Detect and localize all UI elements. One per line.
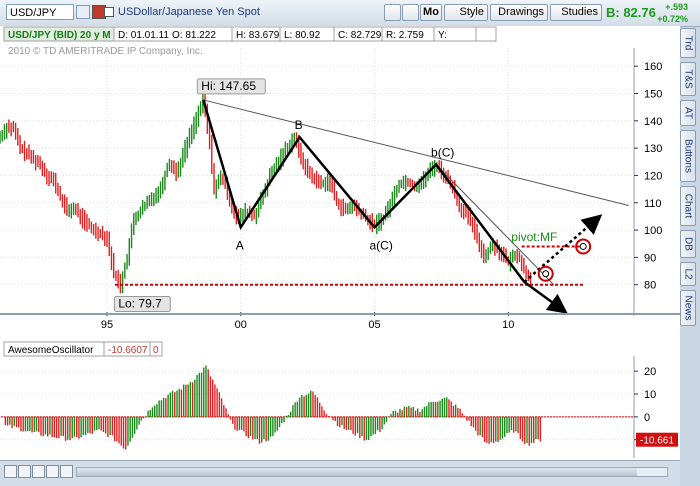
price-tick-label: 140 xyxy=(644,116,662,128)
info-range: R: 2.759 xyxy=(386,30,424,41)
mo-button[interactable]: Mo xyxy=(420,4,442,21)
time-tick-label: 00 xyxy=(235,319,247,331)
drawings-button[interactable]: Drawings xyxy=(490,4,548,21)
info-bar: USD/JPY (BID) 20 y M D: 01.01.11 O: 81.2… xyxy=(3,26,497,42)
price-tick-label: 130 xyxy=(644,143,662,155)
top-toolbar: USD/JPY USDollar/Japanese Yen Spot Mo St… xyxy=(0,0,700,27)
price-tick-label: 90 xyxy=(644,252,656,264)
price-tick-label: 80 xyxy=(644,280,656,292)
change-percent: +0.72% xyxy=(657,14,688,24)
scrollbar-thumb[interactable] xyxy=(77,468,637,476)
side-tab-l2[interactable]: L2 xyxy=(680,262,696,286)
side-tab-label: Trd xyxy=(682,35,694,51)
wave-label: A xyxy=(236,238,244,252)
price-tick-label: 120 xyxy=(644,170,662,182)
chart-title: USD/JPY (BID) 20 y M xyxy=(8,30,111,41)
zoom-fit-icon[interactable] xyxy=(32,465,45,478)
info-close: C: 82.729 xyxy=(338,30,382,41)
oscillator-value: -10.6607 xyxy=(108,345,148,356)
side-tab-label: AT xyxy=(682,106,694,120)
wave-label: a(C) xyxy=(370,238,393,252)
info-date: D: 01.01.11 xyxy=(118,30,169,41)
chart-area[interactable]: USD/JPY (BID) 20 y M D: 01.01.11 O: 81.2… xyxy=(0,26,680,460)
low-label: Lo: 79.7 xyxy=(118,297,162,311)
price-tick-label: 160 xyxy=(644,61,662,73)
settings-icon[interactable] xyxy=(104,7,114,17)
side-tab-at[interactable]: AT xyxy=(680,100,696,126)
side-tab-buttons[interactable]: Buttons xyxy=(680,130,696,182)
copyright-text: 2010 © TD AMERITRADE IP Company, Inc. xyxy=(8,46,203,57)
price-tick-label: 100 xyxy=(644,225,662,237)
time-tick-label: 95 xyxy=(101,319,113,331)
symbol-description: USDollar/Japanese Yen Spot xyxy=(118,6,260,18)
pivot-label: pivot:MF xyxy=(511,230,557,244)
side-tab-label: News xyxy=(682,295,694,321)
oscillator-extra: 0 xyxy=(153,345,159,356)
info-y: Y: xyxy=(438,30,447,41)
oscillator-title: AwesomeOscillator xyxy=(8,345,94,356)
oscillator-tick-label: 10 xyxy=(644,389,656,401)
side-tab-trd[interactable]: Trd xyxy=(680,28,696,58)
side-tab-chart[interactable]: Chart xyxy=(680,186,696,226)
oscillator-header: AwesomeOscillator -10.6607 0 xyxy=(3,341,163,357)
side-tab-db[interactable]: DB xyxy=(680,230,696,258)
draw-tool-icon[interactable] xyxy=(384,4,401,21)
wave-label: b(C) xyxy=(431,146,454,160)
magnifier-icon[interactable] xyxy=(46,465,59,478)
info-open: O: 81.222 xyxy=(172,30,216,41)
style-button[interactable]: Style xyxy=(444,4,488,21)
time-tick-label: 05 xyxy=(368,319,380,331)
side-tab-news[interactable]: News xyxy=(680,290,696,326)
info-low: L: 80.92 xyxy=(284,30,321,41)
side-tab-label: Buttons xyxy=(682,139,694,173)
oscillator-tick-label: 0 xyxy=(644,412,650,424)
zoom-out-icon[interactable] xyxy=(4,465,17,478)
pan-icon[interactable] xyxy=(60,465,73,478)
horizontal-scrollbar[interactable] xyxy=(76,467,668,477)
bid-price: B: 82.76 +.593 +0.72% xyxy=(606,2,692,24)
time-tick-label: 10 xyxy=(502,319,514,331)
studies-label: Studies xyxy=(561,6,598,18)
pencil-icon[interactable] xyxy=(402,4,419,21)
price-tick-label: 110 xyxy=(644,198,662,210)
oscillator-current-value: -10.661 xyxy=(640,436,674,447)
oscillator-tick-label: 20 xyxy=(644,366,656,378)
price-tick-label: 150 xyxy=(644,89,662,101)
symbol-input[interactable]: USD/JPY xyxy=(6,4,74,20)
studies-button[interactable]: Studies xyxy=(550,4,602,21)
bottom-bar xyxy=(0,460,680,486)
symbol-lookup-icon[interactable] xyxy=(76,5,90,19)
wave-label: B xyxy=(295,118,303,132)
change-absolute: +.593 xyxy=(665,2,688,12)
zoom-in-icon[interactable] xyxy=(18,465,31,478)
high-label: Hi: 147.65 xyxy=(201,79,256,93)
target-center xyxy=(542,270,550,278)
target-center xyxy=(579,242,587,250)
info-high: H: 83.679 xyxy=(236,30,280,41)
side-tab-label: L2 xyxy=(682,268,694,280)
side-tab-ts[interactable]: T&S xyxy=(680,62,696,96)
side-tab-label: Chart xyxy=(682,193,694,219)
side-tab-label: T&S xyxy=(682,69,694,89)
drawings-label: Drawings xyxy=(498,6,544,18)
side-tab-label: DB xyxy=(682,237,694,251)
bid-label: B: 82.76 xyxy=(606,5,656,20)
style-label: Style xyxy=(459,6,484,18)
